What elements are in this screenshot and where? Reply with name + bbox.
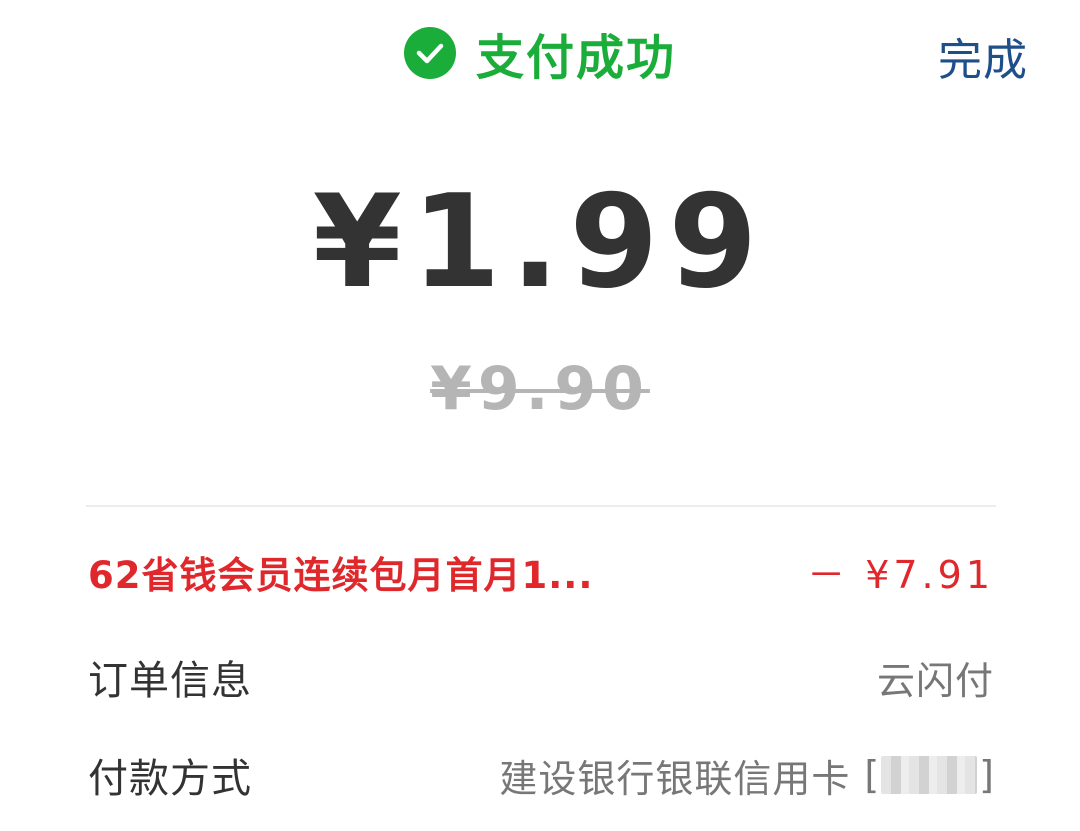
discount-row: 62省钱会员连续包月首月1... － ¥7.91 [88, 544, 994, 599]
original-amount: ¥9.90 [430, 354, 650, 424]
order-info-value: 云闪付 [876, 658, 994, 703]
check-mark-icon [416, 43, 444, 64]
header: 支付成功 完成 [0, 0, 1080, 110]
discount-label: 62省钱会员连续包月首月1... [88, 553, 594, 597]
check-circle-icon [404, 27, 456, 79]
masked-card-number [881, 756, 978, 794]
order-info-row: 订单信息 云闪付 [88, 648, 994, 706]
divider [86, 505, 996, 507]
payment-method-value-group: 建设银行银联信用卡 [ ] [499, 748, 994, 803]
payment-method-row: 付款方式 建设银行银联信用卡 [ ] [88, 746, 994, 804]
payment-success-screen: 支付成功 完成 ¥1.99 ¥9.90 62省钱会员连续包月首月1... － ¥… [0, 0, 1080, 831]
status-text: 支付成功 [476, 30, 677, 86]
card-number-bracket-close: ] [979, 753, 994, 797]
payment-status: 支付成功 [404, 22, 676, 86]
paid-amount: ¥1.99 [312, 168, 768, 317]
payment-method-label: 付款方式 [88, 756, 252, 802]
card-number-bracket-open: [ [864, 753, 880, 797]
done-button[interactable]: 完成 [938, 24, 1028, 88]
payment-method-value: 建设银行银联信用卡 [499, 756, 851, 801]
order-info-label: 订单信息 [88, 658, 252, 704]
discount-value: － ¥7.91 [807, 553, 994, 597]
